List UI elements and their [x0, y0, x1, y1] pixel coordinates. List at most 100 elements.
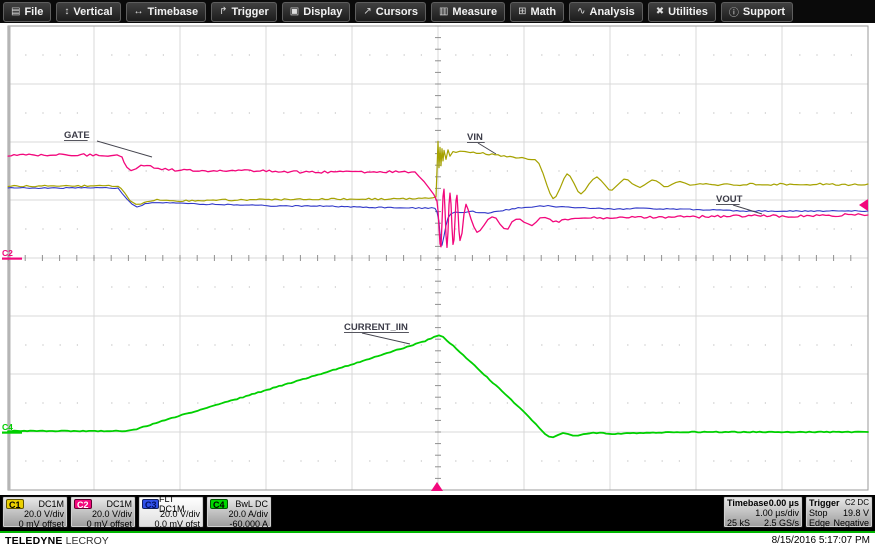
menu-vertical[interactable]: ↕ Vertical	[56, 1, 121, 22]
grid-dot	[231, 54, 233, 56]
trace-label-leader-vin	[477, 142, 497, 155]
grid-dot	[730, 170, 732, 172]
grid-dot	[231, 460, 233, 462]
menu-trigger[interactable]: ↱ Trigger	[211, 1, 277, 22]
grid-dot	[128, 402, 130, 404]
timebase-label: Timebase	[727, 498, 769, 508]
grid-dot	[455, 402, 457, 404]
trigger-box[interactable]: Trigger C2 DC Stop 19.8 V Edge Negative	[805, 496, 873, 528]
channel-badge-c3: C3	[142, 498, 159, 510]
trace-label-gate: GATE	[64, 130, 90, 141]
grid-dot	[833, 112, 835, 114]
grid-dot	[111, 112, 113, 114]
channel-box-c3[interactable]: C3 FLT DC1M 20.0 V/div 0.0 mV ofst	[138, 494, 204, 529]
grid-dot	[76, 170, 78, 172]
grid-dot	[369, 402, 371, 404]
grid-dot	[575, 402, 577, 404]
timebase-box[interactable]: Timebase 0.00 µs 1.00 µs/div 25 kS 2.5 GS/…	[723, 496, 803, 528]
grid-dot	[42, 112, 44, 114]
grid-dot	[59, 54, 61, 56]
grid-dot	[197, 54, 199, 56]
grid-dot	[334, 460, 336, 462]
grid-dot	[661, 286, 663, 288]
grid-dot	[197, 460, 199, 462]
menu-measure[interactable]: ▥ Measure	[430, 1, 506, 22]
grid-dot	[747, 402, 749, 404]
grid-dot	[455, 228, 457, 230]
grid-dot	[816, 228, 818, 230]
grid-dot	[128, 112, 130, 114]
channel-box-c2[interactable]: C2 DC1M 20.0 V/div 0 mV offset	[70, 496, 136, 529]
grid-dot	[76, 112, 78, 114]
grid-dot	[472, 112, 474, 114]
grid-dot	[644, 286, 646, 288]
grid-dot	[730, 228, 732, 230]
grid-dot	[764, 344, 766, 346]
grid-dot	[128, 460, 130, 462]
channel-zero-marker-c4[interactable]: C4	[2, 422, 13, 432]
grid-dot	[627, 402, 629, 404]
channel-box-c4[interactable]: C4 BwL DC 20.0 A/div -60.000 A	[206, 496, 272, 529]
grid-dot	[506, 402, 508, 404]
grid-dot	[111, 170, 113, 172]
grid-dot	[661, 460, 663, 462]
grid-dot	[850, 344, 852, 346]
grid-dot	[403, 112, 405, 114]
trigger-time-marker[interactable]	[431, 482, 443, 491]
channel-zero-marker-c2[interactable]: C2	[2, 248, 13, 258]
menu-timebase[interactable]: ↔ Timebase	[125, 1, 207, 22]
grid-dot	[214, 112, 216, 114]
grid-dot	[592, 54, 594, 56]
grid-dot	[420, 170, 422, 172]
grid-dot	[541, 344, 543, 346]
grid-dot	[420, 228, 422, 230]
menu-utilities[interactable]: ✖ Utilities	[647, 1, 716, 22]
grid-dot	[489, 460, 491, 462]
menu-file[interactable]: ▤ File	[3, 1, 52, 22]
grid-dot	[145, 344, 147, 346]
grid-dot	[747, 286, 749, 288]
menu-display[interactable]: ▣ Display	[281, 1, 351, 22]
menu-analysis[interactable]: ∿ Analysis	[569, 1, 643, 22]
grid-dot	[850, 170, 852, 172]
grid-dot	[678, 286, 680, 288]
grid-dot	[472, 286, 474, 288]
grid-dot	[455, 170, 457, 172]
menu-label-vertical: Vertical	[73, 5, 113, 18]
channel-box-c1[interactable]: C1 DC1M 20.0 V/div 0 mV offset	[2, 496, 68, 529]
grid-dot	[76, 402, 78, 404]
waveform-svg: GATE VIN VOUT CURRENT_IIN C2 C4	[2, 25, 869, 491]
grid-dot	[283, 344, 285, 346]
grid-dot	[627, 228, 629, 230]
grid-dot	[283, 460, 285, 462]
grid-dot	[575, 344, 577, 346]
grid-dot	[730, 54, 732, 56]
channel-scale-c4: 20.0 A/div	[228, 509, 268, 519]
file-icon: ▤	[11, 6, 21, 17]
grid-dot	[799, 402, 801, 404]
timebase-rate: 2.5 GS/s	[763, 518, 799, 528]
grid-dot	[162, 170, 164, 172]
analysis-chart-icon: ∿	[577, 6, 586, 17]
grid-dot	[850, 460, 852, 462]
grid-dot	[644, 112, 646, 114]
menu-cursors[interactable]: ↗ Cursors	[355, 1, 426, 22]
menu-label-math: Math	[530, 5, 557, 18]
grid-dot	[420, 344, 422, 346]
menu-math[interactable]: ⊞ Math	[510, 1, 565, 22]
grid-dot	[334, 344, 336, 346]
grid-dot	[248, 344, 250, 346]
channel-zero-marker-c4-bar	[2, 431, 22, 434]
grid-dot	[334, 228, 336, 230]
grid-dot	[575, 460, 577, 462]
grid-dot	[197, 286, 199, 288]
grid-dot	[283, 54, 285, 56]
grid-dot	[506, 112, 508, 114]
grid-dot	[644, 228, 646, 230]
grid-dot	[25, 228, 27, 230]
grid-dot	[592, 344, 594, 346]
grid-dot	[145, 286, 147, 288]
grid-dot	[592, 460, 594, 462]
trigger-level-marker[interactable]	[859, 199, 868, 211]
menu-support[interactable]: ⓘ Support	[720, 1, 794, 22]
